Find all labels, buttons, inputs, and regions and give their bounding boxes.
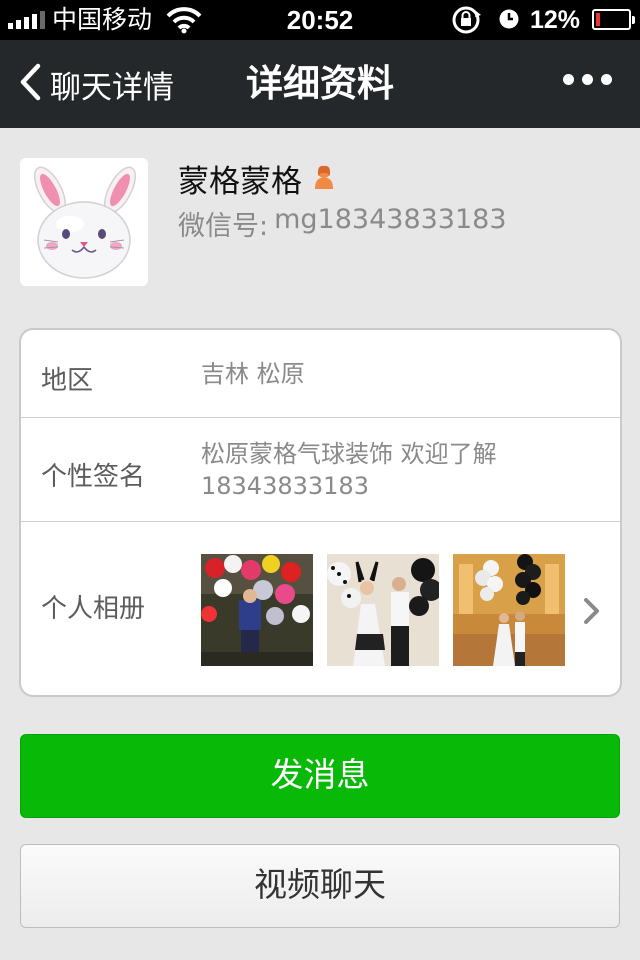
wechat-id-label: 微信号:	[178, 211, 269, 242]
avatar[interactable]	[20, 158, 148, 286]
wechat-id: 微信号: mg18343833183	[178, 204, 507, 243]
signature-label: 个性签名	[41, 462, 146, 492]
album-photos	[201, 554, 565, 666]
signature-row: 个性签名 松原蒙格气球装饰 欢迎了解 18343833183	[21, 418, 620, 522]
alarm-icon	[498, 8, 520, 35]
battery-level	[596, 13, 600, 26]
info-card: 地区 吉林 松原 个性签名 松原蒙格气球装饰 欢迎了解 18343833183 …	[19, 328, 622, 697]
female-icon	[312, 164, 336, 194]
region-value: 吉林 松原	[201, 360, 305, 388]
send-message-button[interactable]: 发消息	[20, 734, 620, 818]
chevron-right-icon[interactable]	[582, 596, 602, 630]
album-photo[interactable]	[327, 554, 439, 666]
nav-bar: 聊天详情 详细资料	[0, 40, 640, 128]
status-bar: 中国移动 20:52 12%	[0, 0, 640, 40]
album-photo[interactable]	[453, 554, 565, 666]
battery-percent: 12%	[530, 6, 581, 34]
rotation-lock-icon	[450, 5, 484, 40]
album-row[interactable]: 个人相册	[21, 522, 620, 695]
nickname-row: 蒙格蒙格	[178, 156, 336, 201]
bunny-balloon-avatar	[20, 158, 148, 286]
album-label: 个人相册	[41, 594, 146, 624]
signature-value: 松原蒙格气球装饰 欢迎了解 18343833183	[201, 440, 497, 500]
battery-icon	[592, 9, 635, 30]
region-label: 地区	[41, 366, 94, 396]
region-row: 地区 吉林 松原	[21, 330, 620, 418]
nickname: 蒙格蒙格	[178, 164, 302, 200]
album-photo[interactable]	[201, 554, 313, 666]
page-title: 详细资料	[246, 62, 394, 105]
wechat-id-value: mg18343833183	[274, 204, 507, 235]
video-chat-button[interactable]: 视频聊天	[20, 844, 620, 928]
more-dots-icon[interactable]	[563, 74, 612, 85]
